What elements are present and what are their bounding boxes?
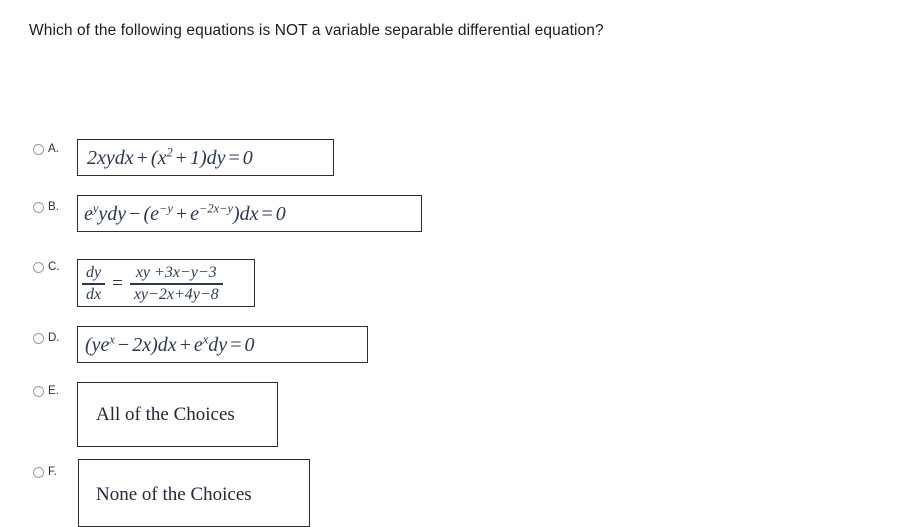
option-c-equals-sign: = — [112, 273, 123, 295]
option-b-term-6: 0 — [275, 203, 286, 225]
option-c-denominator-left: dx — [86, 285, 102, 303]
option-b-term-5: )dx — [232, 203, 259, 225]
option-c-letter: C. — [48, 261, 60, 273]
option-f-text: None of the Choices — [96, 484, 252, 505]
option-d-equation: (yex −2x)dx + exdy = 0 — [85, 333, 255, 356]
option-c-equation: dy dx = xy +3x−y−3 xy−2x+4y−8 — [82, 264, 223, 304]
radio-option-c[interactable] — [33, 262, 44, 273]
option-a-letter: A. — [48, 143, 59, 155]
option-d-term-3: e — [193, 334, 203, 356]
option-c-denominator-right: xy−2x+4y−8 — [133, 285, 219, 303]
option-e-text: All of the Choices — [96, 404, 235, 425]
option-a-operator-3: = — [228, 147, 240, 169]
option-d-operator-1: − — [117, 334, 130, 356]
radio-option-e[interactable] — [33, 386, 44, 397]
option-d-control[interactable]: D. — [33, 332, 60, 344]
option-b-control[interactable]: B. — [33, 201, 59, 213]
option-d-term-2: 2x)dx — [132, 334, 177, 356]
option-a-term-4: 0 — [242, 147, 253, 169]
option-c-right-fraction: xy +3x−y−3 xy−2x+4y−8 — [129, 264, 223, 304]
option-b-box[interactable]: eyydy − (e−y + e−2x−y)dx = 0 — [77, 195, 422, 232]
option-d-operator-3: = — [230, 334, 242, 356]
option-d-box[interactable]: (yex −2x)dx + exdy = 0 — [77, 326, 368, 363]
option-a-operator-2: + — [175, 147, 187, 169]
option-a-exponent-1: 2 — [166, 145, 173, 160]
option-c-box[interactable]: dy dx = xy +3x−y−3 xy−2x+4y−8 — [77, 259, 255, 307]
option-b-operator-1: − — [129, 203, 141, 225]
option-c-numerator-right: xy +3x−y−3 — [135, 264, 217, 281]
option-a-equation: 2xydx + (x2 +1)dy = 0 — [87, 145, 253, 169]
option-a-term-2: (x — [150, 147, 167, 169]
option-a-box[interactable]: 2xydx + (x2 +1)dy = 0 — [77, 139, 334, 176]
option-b-letter: B. — [48, 201, 59, 213]
option-b-term-3: (e — [143, 203, 159, 225]
option-e-letter: E. — [48, 385, 59, 397]
option-b-exponent-3: −2x−y — [199, 201, 233, 216]
radio-option-d[interactable] — [33, 333, 44, 344]
radio-option-b[interactable] — [33, 202, 44, 213]
option-f-box[interactable]: None of the Choices — [78, 459, 310, 527]
option-d-term-5: 0 — [244, 334, 255, 356]
option-a-term-1: 2xydx — [87, 147, 134, 169]
option-e-control[interactable]: E. — [33, 385, 59, 397]
option-f-control[interactable]: F. — [33, 466, 57, 478]
radio-option-a[interactable] — [33, 144, 44, 155]
option-e-box[interactable]: All of the Choices — [77, 382, 278, 447]
option-d-letter: D. — [48, 332, 60, 344]
option-b-equation: eyydy − (e−y + e−2x−y)dx = 0 — [84, 201, 286, 225]
option-f-letter: F. — [48, 466, 57, 478]
option-d-term-1: (ye — [85, 334, 110, 356]
option-b-exponent-2: −y — [158, 201, 173, 216]
option-c-left-fraction: dy dx — [82, 264, 106, 304]
option-d-term-4: dy — [208, 334, 228, 356]
question-text: Which of the following equations is NOT … — [29, 22, 604, 39]
radio-option-f[interactable] — [33, 467, 44, 478]
option-b-operator-2: + — [175, 203, 188, 225]
option-c-control[interactable]: C. — [33, 261, 60, 273]
option-a-control[interactable]: A. — [33, 143, 59, 155]
option-b-operator-3: = — [261, 203, 273, 225]
option-a-term-3: 1)dy — [189, 147, 226, 169]
option-a-operator-1: + — [136, 147, 148, 169]
option-d-operator-2: + — [179, 334, 191, 356]
option-c-numerator-left: dy — [86, 264, 102, 281]
option-b-term-2: ydy — [98, 203, 127, 225]
option-b-term-4: e — [190, 203, 200, 225]
option-b-term-1: e — [84, 203, 93, 225]
